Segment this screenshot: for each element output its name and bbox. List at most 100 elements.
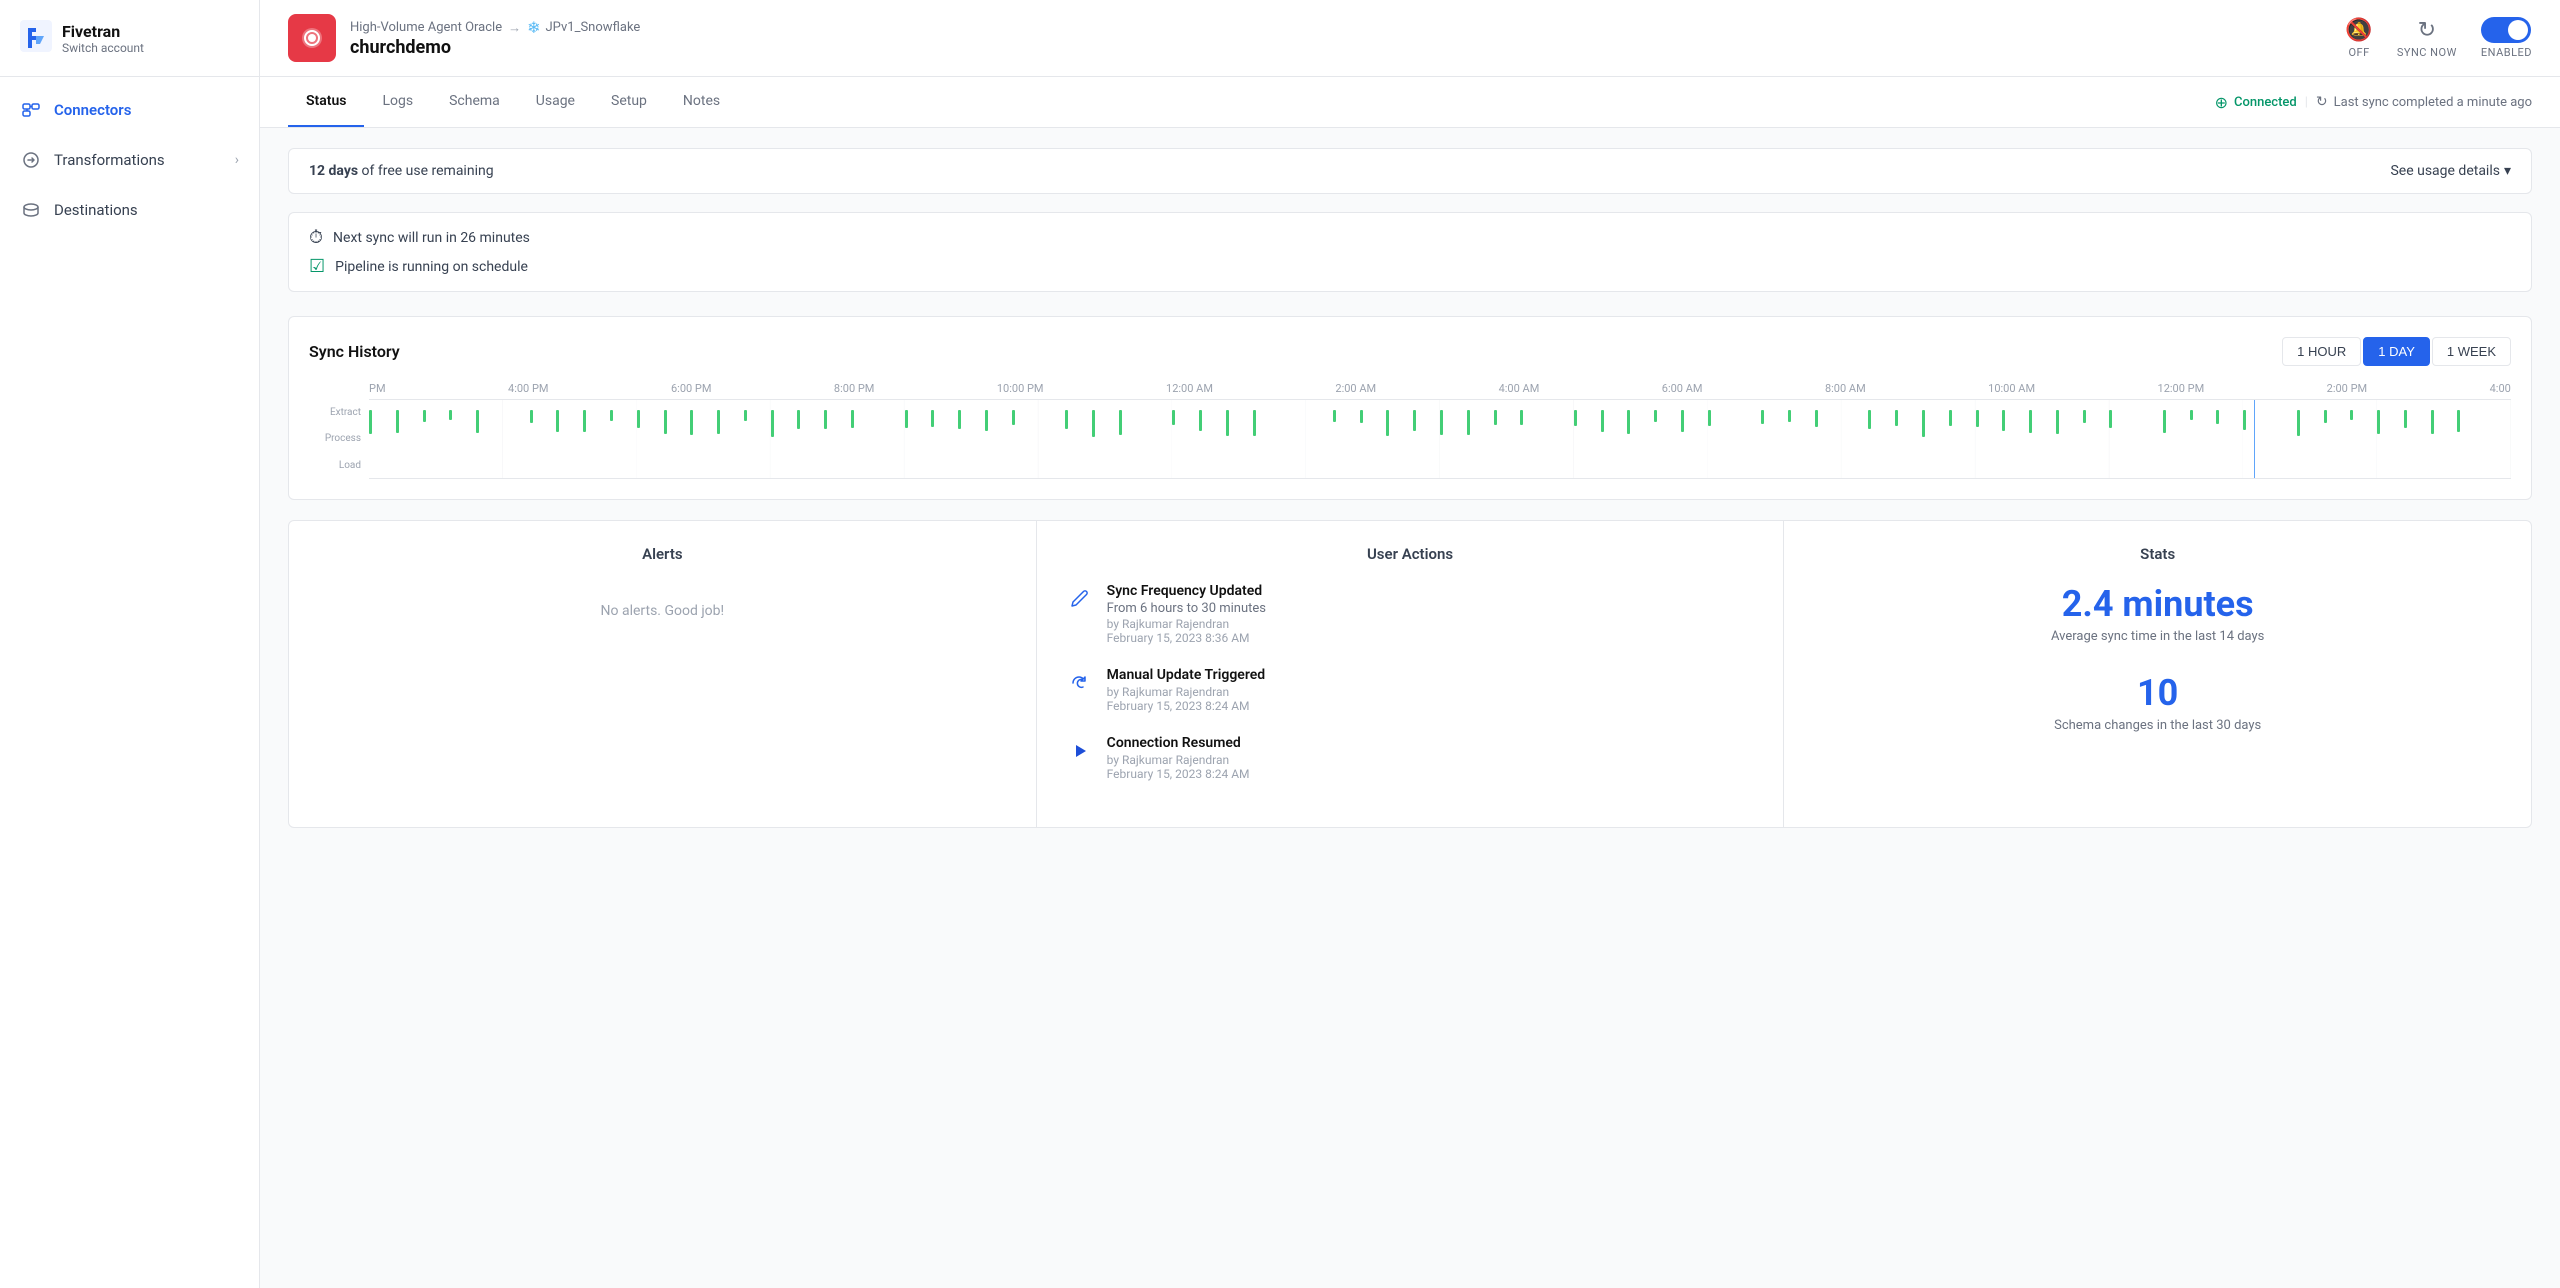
- connected-text: Connected: [2234, 95, 2297, 110]
- sync-bar: [690, 410, 693, 435]
- chart-body: Extract Process Load: [309, 399, 2511, 479]
- sync-bar: [2083, 410, 2086, 423]
- schema-changes-stat: 10 Schema changes in the last 30 days: [1812, 672, 2503, 733]
- sync-bar: [1253, 410, 1256, 436]
- sync-bar: [744, 410, 747, 421]
- sidebar-item-transformations[interactable]: Transformations ›: [0, 135, 259, 185]
- x-axis-label: 8:00 PM: [834, 382, 874, 395]
- time-btn-1day[interactable]: 1 DAY: [2363, 337, 2430, 366]
- pipeline-status-info: ☑ Pipeline is running on schedule: [309, 256, 2511, 277]
- bell-off-icon: 🔕: [2345, 18, 2372, 43]
- sync-bar: [2431, 410, 2434, 434]
- see-usage-button[interactable]: See usage details ▾: [2390, 163, 2511, 179]
- tabs-bar: Status Logs Schema Usage Setup Notes ⊕ C…: [260, 77, 2560, 128]
- sync-bar: [2056, 410, 2059, 434]
- chevron-down-icon: ▾: [2504, 163, 2511, 179]
- sync-freq-content: Sync Frequency Updated From 6 hours to 3…: [1107, 583, 1756, 645]
- transformations-icon: [20, 149, 42, 171]
- free-banner-suffix: of free use remaining: [358, 163, 494, 179]
- sync-bar: [1092, 410, 1095, 437]
- sync-bar: [2324, 410, 2327, 423]
- main-content: High-Volume Agent Oracle → ❄ JPv1_Snowfl…: [260, 0, 2560, 1288]
- avg-sync-value: 2.4 minutes: [1812, 583, 2503, 625]
- sync-bar: [664, 410, 667, 434]
- sync-bar: [1386, 410, 1389, 436]
- source-name: High-Volume Agent Oracle: [350, 20, 502, 35]
- chart-bars: [369, 399, 2511, 479]
- tab-notes[interactable]: Notes: [665, 77, 738, 127]
- sync-bar: [1065, 410, 1068, 429]
- x-axis-label: 6:00 AM: [1662, 382, 1703, 395]
- enabled-toggle[interactable]: [2481, 17, 2531, 43]
- tab-usage[interactable]: Usage: [518, 77, 593, 127]
- app-name: Fivetran: [62, 22, 144, 41]
- sync-bar: [1627, 410, 1630, 434]
- avg-sync-stat: 2.4 minutes Average sync time in the las…: [1812, 583, 2503, 644]
- sync-bar: [1654, 410, 1657, 422]
- stats-title: Stats: [1812, 545, 2503, 563]
- sync-bar: [1708, 410, 1711, 426]
- sync-freq-date: February 15, 2023 8:36 AM: [1107, 631, 1756, 645]
- sidebar-destinations-label: Destinations: [54, 201, 138, 219]
- sync-bar: [2190, 410, 2193, 420]
- schedule-check-icon: ☑: [309, 256, 325, 277]
- chart-y-labels: Extract Process Load: [309, 399, 369, 479]
- sync-bar: [1895, 410, 1898, 426]
- sync-bar: [851, 410, 854, 428]
- tab-setup[interactable]: Setup: [593, 77, 665, 127]
- chart-area: PM4:00 PM6:00 PM8:00 PM10:00 PM12:00 AM2…: [309, 382, 2511, 479]
- sync-bar: [637, 410, 640, 428]
- sync-bar: [2243, 410, 2246, 430]
- off-label: OFF: [2348, 46, 2369, 59]
- fivetran-logo-icon: [20, 20, 52, 56]
- sync-now-button[interactable]: ↻ SYNC NOW: [2397, 18, 2457, 59]
- time-btn-1week[interactable]: 1 WEEK: [2432, 337, 2511, 366]
- user-actions-panel: User Actions Sync Frequency Updated From…: [1036, 521, 1784, 827]
- sidebar-item-destinations[interactable]: Destinations: [0, 185, 259, 235]
- sidebar: Fivetran Switch account Connectors: [0, 0, 260, 1288]
- tabs-left: Status Logs Schema Usage Setup Notes: [288, 77, 738, 127]
- x-axis-label: 10:00 AM: [1988, 382, 2035, 395]
- sync-bar: [1172, 410, 1175, 425]
- tab-schema[interactable]: Schema: [431, 77, 518, 127]
- connectors-icon: [20, 99, 42, 121]
- tab-status[interactable]: Status: [288, 77, 364, 127]
- sync-history-panel: Sync History 1 HOUR 1 DAY 1 WEEK PM4:00 …: [288, 316, 2532, 500]
- sync-bar: [2002, 410, 2005, 431]
- user-action-conn-resumed: Connection Resumed by Rajkumar Rajendran…: [1065, 735, 1756, 781]
- sync-bar: [556, 410, 559, 432]
- sync-bar: [2404, 410, 2407, 428]
- manual-update-by: by Rajkumar Rajendran: [1107, 685, 1756, 699]
- alerts-title: Alerts: [317, 545, 1008, 563]
- x-axis-label: 2:00 AM: [1335, 382, 1376, 395]
- sidebar-item-connectors[interactable]: Connectors: [0, 85, 259, 135]
- sync-bar: [1761, 410, 1764, 424]
- notifications-button[interactable]: 🔕 OFF: [2345, 18, 2372, 59]
- sync-bar: [1226, 410, 1229, 436]
- destination-label: ❄ JPv1_Snowflake: [527, 18, 640, 37]
- sync-history-title: Sync History: [309, 342, 400, 361]
- alerts-empty-message: No alerts. Good job!: [317, 603, 1008, 619]
- sync-bar: [958, 410, 961, 429]
- time-btn-1hour[interactable]: 1 HOUR: [2282, 337, 2361, 366]
- refresh-icon-wrap: [1065, 669, 1093, 697]
- current-time-line: [2254, 400, 2256, 478]
- clock-icon: ⏱: [309, 227, 323, 248]
- switch-account[interactable]: Switch account: [62, 41, 144, 55]
- connector-account-name: churchdemo: [350, 37, 640, 58]
- sync-bar: [1868, 410, 1871, 429]
- x-axis-label: 8:00 AM: [1825, 382, 1866, 395]
- schema-changes-label: Schema changes in the last 30 days: [1812, 718, 2503, 733]
- content-area: 12 days of free use remaining See usage …: [260, 128, 2560, 1288]
- sync-bar: [771, 410, 774, 437]
- user-action-manual-update: Manual Update Triggered by Rajkumar Raje…: [1065, 667, 1756, 713]
- sync-bar: [1119, 410, 1122, 435]
- x-axis-label: 4:00: [2490, 382, 2511, 395]
- sync-bar: [1360, 410, 1363, 423]
- sync-freq-title: Sync Frequency Updated: [1107, 583, 1756, 599]
- manual-update-title: Manual Update Triggered: [1107, 667, 1756, 683]
- tab-logs[interactable]: Logs: [364, 77, 431, 127]
- enabled-toggle-wrap: ENABLED: [2481, 17, 2532, 59]
- sidebar-logo: Fivetran Switch account: [0, 0, 259, 77]
- manual-update-content: Manual Update Triggered by Rajkumar Raje…: [1107, 667, 1756, 713]
